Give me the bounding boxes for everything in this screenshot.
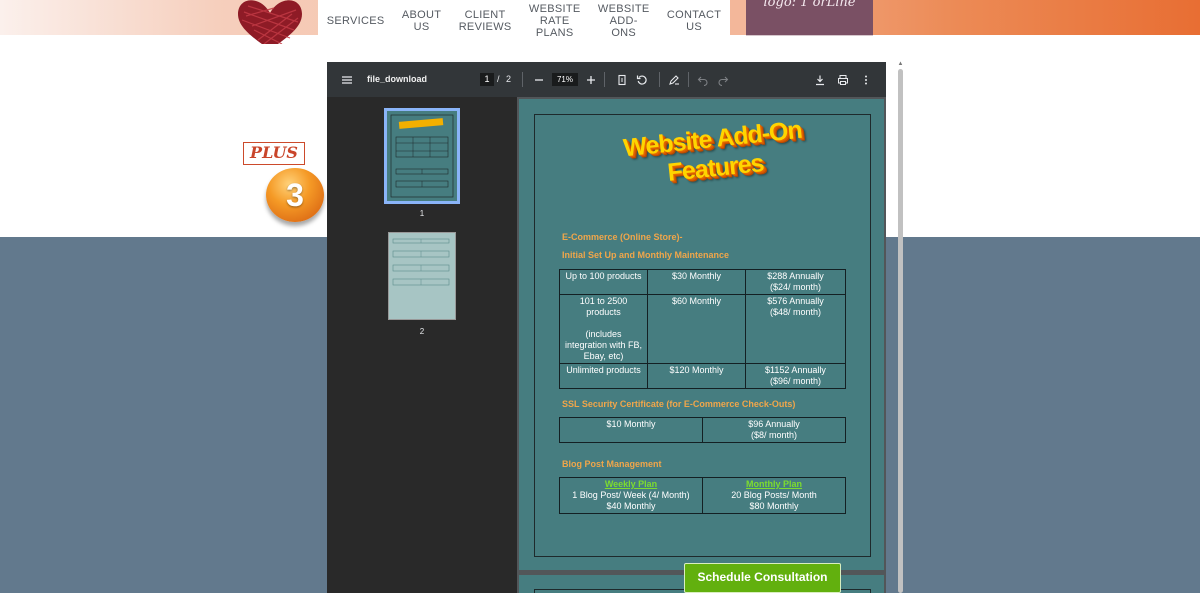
table-cell: Up to 100 products [559,269,648,295]
ssl-pricing-table: $10 Monthly $96 Annually ($8/ month) [559,417,846,443]
thumbnail-label-1: 1 [419,209,425,218]
blog-pricing-table: Weekly Plan 1 Blog Post/ Week (4/ Month)… [559,477,846,514]
nav-about-us[interactable]: ABOUT US [393,0,450,42]
blog-heading: Blog Post Management [562,459,662,469]
monthly-plan-detail: 20 Blog Posts/ Month $80 Monthly [731,490,817,511]
zoom-out-icon[interactable] [532,62,546,97]
toolbar-divider [522,72,523,87]
menu-icon[interactable] [339,62,355,97]
annotate-icon[interactable] [667,62,681,97]
table-row: Up to 100 products $30 Monthly $288 Annu… [559,269,846,295]
nav-services[interactable]: SERVICES [318,0,393,42]
plus-badge: PLUS [243,142,305,165]
table-cell: $96 Annually ($8/ month) [702,417,846,443]
ssl-heading: SSL Security Certificate (for E-Commerce… [562,399,796,409]
page-scrollbar[interactable]: ▲ [896,60,905,593]
pdf-viewer: file_download 1 / 2 71% 1 2 Website Add-… [327,62,886,593]
table-cell: $60 Monthly [647,294,746,364]
nav-contact-us[interactable]: CONTACT US [658,0,730,42]
header-cta[interactable]: logo: 1 orLine [746,0,873,36]
table-row: 101 to 2500 products (includes integrati… [559,294,846,364]
page-number-input[interactable]: 1 [480,73,494,86]
main-nav: SERVICES ABOUT US CLIENT REVIEWS WEBSITE… [318,0,730,42]
number-badge: 3 [266,168,324,222]
table-row: Weekly Plan 1 Blog Post/ Week (4/ Month)… [559,477,846,514]
thumbnail-page-2-preview [392,238,450,286]
table-cell: Unlimited products [559,363,648,389]
schedule-consultation-button[interactable]: Schedule Consultation [684,563,841,593]
thumbnail-page-2[interactable] [388,232,456,320]
table-cell: $120 Monthly [647,363,746,389]
pdf-file-name: file_download [367,74,428,84]
undo-icon[interactable] [696,62,710,97]
thumbnail-sidebar: 1 2 [327,97,517,593]
table-cell: $576 Annually ($48/ month) [745,294,846,364]
zoom-in-icon[interactable] [584,62,598,97]
ecommerce-heading: E-Commerce (Online Store)- [562,232,683,242]
ecommerce-subheading: Initial Set Up and Monthly Maintenance [562,250,730,260]
thumbnail-page-1[interactable] [384,108,460,204]
scrollbar-thumb[interactable] [898,69,903,593]
nav-website-add-ons[interactable]: WEBSITE ADD- ONS [589,0,658,42]
redo-icon[interactable] [716,62,730,97]
site-header: SERVICES ABOUT US CLIENT REVIEWS WEBSITE… [0,0,1200,50]
weekly-plan-link[interactable]: Weekly Plan [562,479,700,490]
thumbnail-page-1-preview [390,114,454,198]
toolbar-divider [604,72,605,87]
more-icon[interactable] [859,62,873,97]
table-cell: Monthly Plan 20 Blog Posts/ Month $80 Mo… [702,477,846,514]
table-row: $10 Monthly $96 Annually ($8/ month) [559,417,846,443]
pdf-page-1: Website Add-On Features E-Commerce (Onli… [519,99,884,570]
weekly-plan-detail: 1 Blog Post/ Week (4/ Month) $40 Monthly [572,490,690,511]
ecommerce-pricing-table: Up to 100 products $30 Monthly $288 Annu… [559,269,846,389]
monthly-plan-link[interactable]: Monthly Plan [705,479,843,490]
nav-website-rate-plans[interactable]: WEBSITE RATE PLANS [520,0,589,42]
toolbar-divider [688,72,689,87]
table-row: Unlimited products $120 Monthly $1152 An… [559,363,846,389]
pdf-toolbar: file_download 1 / 2 71% [327,62,886,97]
download-icon[interactable] [813,62,827,97]
table-cell: 101 to 2500 products (includes integrati… [559,294,648,364]
nav-client-reviews[interactable]: CLIENT REVIEWS [450,0,520,42]
page-total: 2 [506,74,512,84]
nav-strip [730,0,746,35]
rotate-icon[interactable] [635,62,649,97]
zoom-input[interactable]: 71% [552,73,578,86]
scroll-up-arrow-icon[interactable]: ▲ [896,60,905,68]
page-separator: / [497,74,500,84]
table-cell: $288 Annually ($24/ month) [745,269,846,295]
pdf-document-area[interactable]: Website Add-On Features E-Commerce (Onli… [517,97,886,593]
table-cell: $30 Monthly [647,269,746,295]
fit-page-icon[interactable] [615,62,629,97]
table-cell: Weekly Plan 1 Blog Post/ Week (4/ Month)… [559,477,703,514]
print-icon[interactable] [836,62,850,97]
thumbnail-label-2: 2 [419,327,425,336]
table-cell: $10 Monthly [559,417,703,443]
toolbar-divider [659,72,660,87]
table-cell: $1152 Annually ($96/ month) [745,363,846,389]
